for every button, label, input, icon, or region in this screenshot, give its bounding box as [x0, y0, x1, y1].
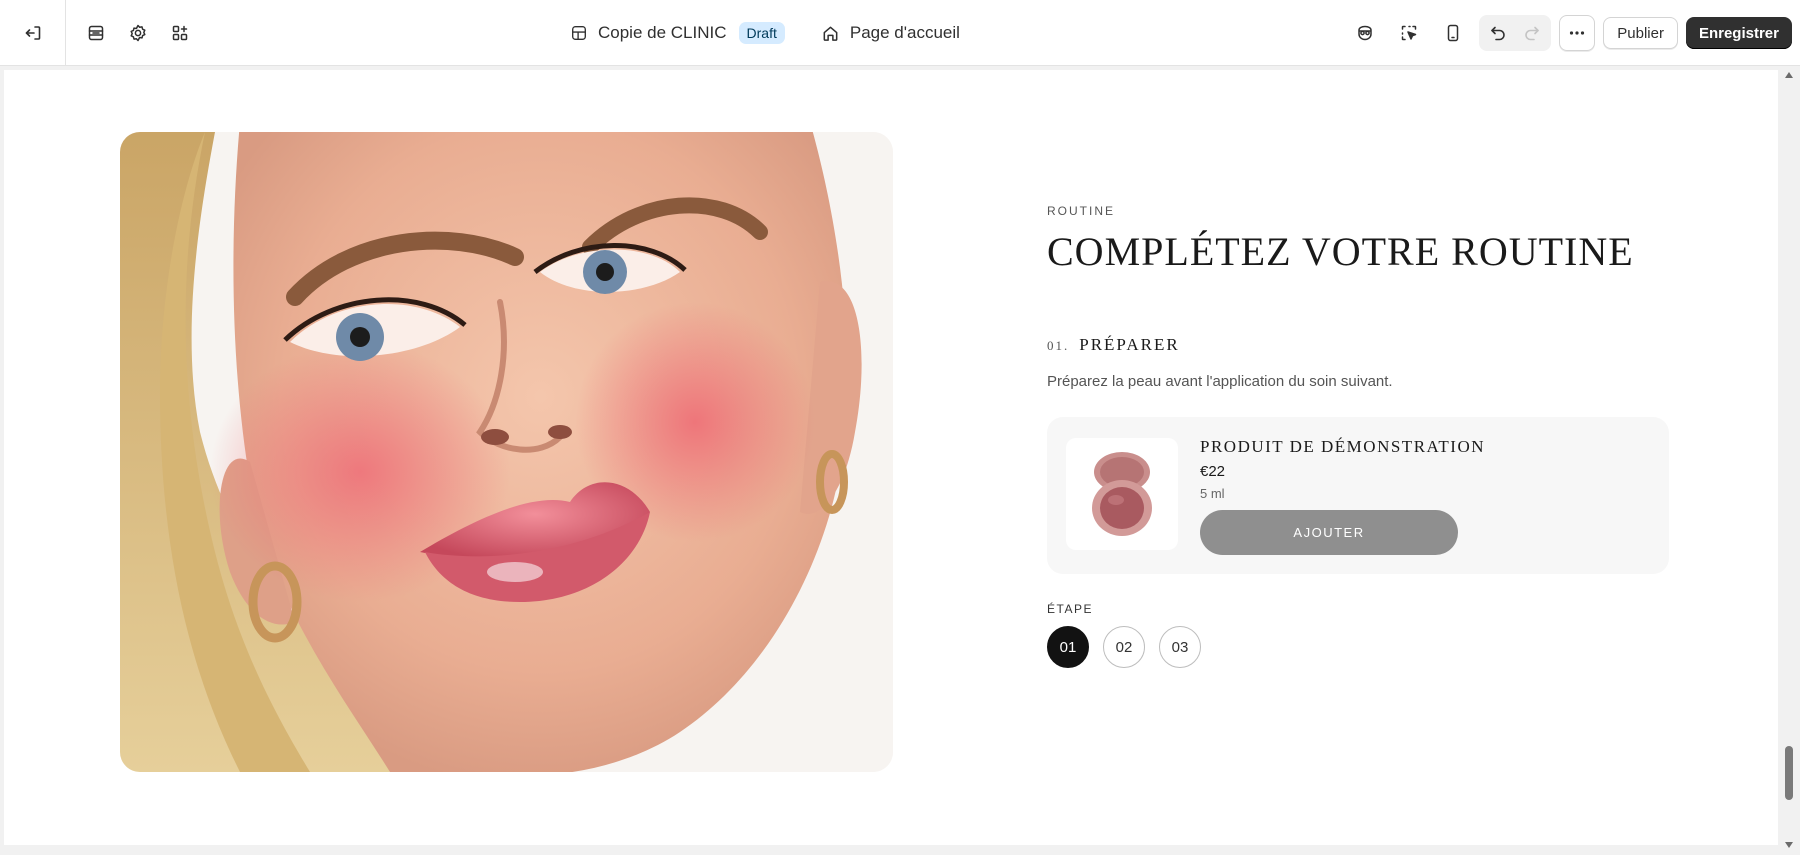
model-portrait-image	[120, 132, 893, 772]
add-to-cart-button[interactable]: AJOUTER	[1200, 510, 1458, 555]
routine-content: ROUTINE COMPLÉTEZ VOTRE ROUTINE 01. PRÉP…	[1047, 204, 1671, 668]
theme-icon	[572, 26, 586, 40]
product-info: PRODUIT DE DÉMONSTRATION €22 5 ml	[1200, 437, 1485, 501]
mobile-preview-button[interactable]	[1435, 19, 1471, 47]
scroll-down-arrow-icon[interactable]	[1785, 842, 1793, 848]
topbar-right-tools: Publier Enregistrer	[1347, 0, 1792, 66]
gear-icon	[130, 24, 146, 42]
step-title: PRÉPARER	[1079, 335, 1180, 354]
theme-selector[interactable]: Copie de CLINIC Draft	[570, 22, 785, 44]
blush-compact-image	[1092, 452, 1152, 536]
apps-icon	[172, 25, 188, 41]
editor-topbar: Copie de CLINIC Draft Page d'accueil Pub…	[0, 0, 1800, 66]
product-card[interactable]: PRODUIT DE DÉMONSTRATION €22 5 ml AJOUTE…	[1047, 417, 1669, 574]
redo-icon	[1525, 26, 1540, 41]
undo-redo-group	[1479, 15, 1552, 51]
step-description: Préparez la peau avant l'application du …	[1047, 373, 1393, 390]
theme-name-label: Copie de CLINIC	[598, 23, 727, 42]
step-pill-02[interactable]: 02	[1103, 626, 1145, 668]
step-number: 01.	[1047, 338, 1070, 353]
page-selector-label: Page d'accueil	[849, 23, 960, 42]
redo-button[interactable]	[1515, 17, 1549, 49]
step-selector-label: ÉTAPE	[1047, 602, 1093, 616]
status-badge: Draft	[738, 22, 785, 44]
apps-button[interactable]	[166, 19, 194, 47]
step-heading: 01. PRÉPARER	[1047, 335, 1671, 355]
section-eyebrow: ROUTINE	[1047, 204, 1115, 218]
topbar-center: Copie de CLINIC Draft Page d'accueil	[570, 0, 960, 66]
step-selector: 01 02 03	[1047, 626, 1671, 668]
canvas-scrollbar[interactable]	[1782, 70, 1796, 850]
preview-canvas: ROUTINE COMPLÉTEZ VOTRE ROUTINE 01. PRÉP…	[4, 70, 1778, 845]
sections-button[interactable]	[82, 19, 110, 47]
step-pill-01[interactable]: 01	[1047, 626, 1089, 668]
select-element-button[interactable]	[1391, 19, 1427, 47]
more-actions-button[interactable]	[1559, 15, 1596, 51]
section-title: COMPLÉTEZ VOTRE ROUTINE	[1047, 229, 1634, 274]
select-cursor-icon	[1402, 25, 1417, 41]
topbar-left-tools	[0, 0, 194, 66]
product-size: 5 ml	[1200, 486, 1225, 501]
home-icon	[823, 26, 838, 41]
step-pill-03[interactable]: 03	[1159, 626, 1201, 668]
exit-button[interactable]	[0, 0, 66, 66]
undo-button[interactable]	[1481, 17, 1515, 49]
inspector-button[interactable]	[1347, 19, 1383, 47]
product-thumbnail[interactable]	[1066, 438, 1178, 550]
scroll-up-arrow-icon[interactable]	[1785, 72, 1793, 78]
inspector-icon	[1358, 25, 1372, 41]
mobile-icon	[1448, 24, 1459, 42]
scroll-thumb[interactable]	[1785, 746, 1793, 800]
publish-button[interactable]: Publier	[1603, 17, 1678, 49]
exit-icon	[25, 26, 40, 40]
save-button[interactable]: Enregistrer	[1685, 17, 1792, 49]
section-image	[120, 132, 893, 772]
theme-settings-button[interactable]	[124, 19, 152, 47]
sections-icon	[88, 25, 104, 41]
page-selector[interactable]: Page d'accueil	[821, 23, 960, 43]
product-price: €22	[1200, 463, 1226, 480]
undo-icon	[1491, 26, 1506, 41]
product-name[interactable]: PRODUIT DE DÉMONSTRATION	[1200, 437, 1485, 457]
more-icon	[1570, 31, 1585, 35]
